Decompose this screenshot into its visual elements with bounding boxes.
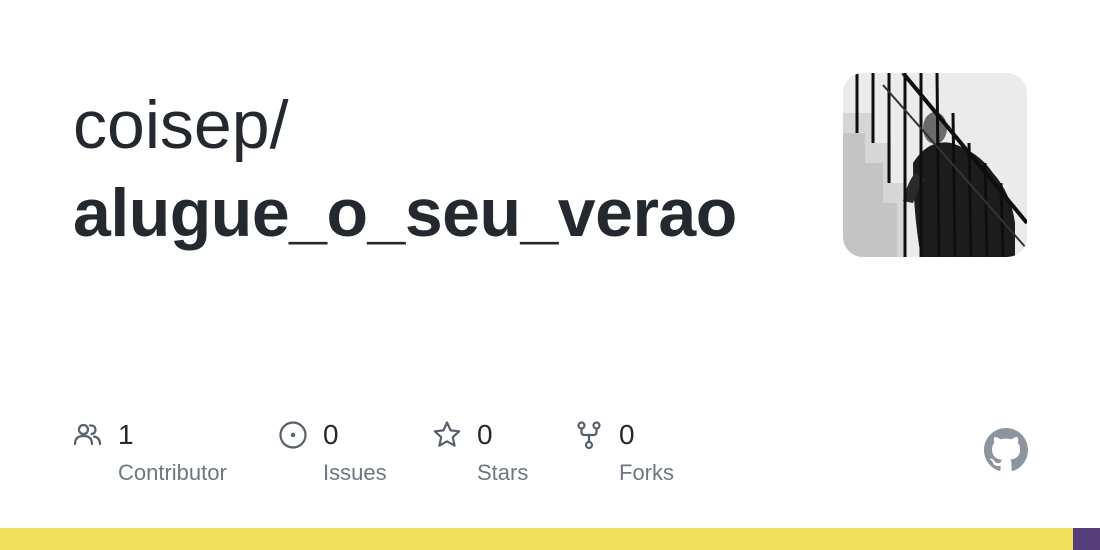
owner-avatar (843, 73, 1027, 257)
issues-count: 0 (323, 419, 339, 450)
contributor-count: 1 (118, 419, 134, 450)
contributor-label: Contributor (118, 460, 227, 485)
issues-label: Issues (323, 460, 387, 485)
language-bar (0, 528, 1100, 550)
fork-icon (574, 420, 604, 450)
language-bar-segment (1072, 528, 1100, 550)
star-icon (432, 420, 462, 450)
forks-label: Forks (619, 460, 674, 485)
people-icon (73, 420, 103, 450)
repo-owner[interactable]: coisep/ (73, 86, 288, 164)
forks-count: 0 (619, 419, 635, 450)
stars-count: 0 (477, 419, 493, 450)
issue-circle-icon (278, 420, 308, 450)
stars-label: Stars (477, 460, 529, 485)
language-bar-segment (0, 528, 1073, 550)
github-mark-icon[interactable] (984, 428, 1028, 472)
repo-name[interactable]: alugue_o_seu_verao (73, 174, 737, 252)
